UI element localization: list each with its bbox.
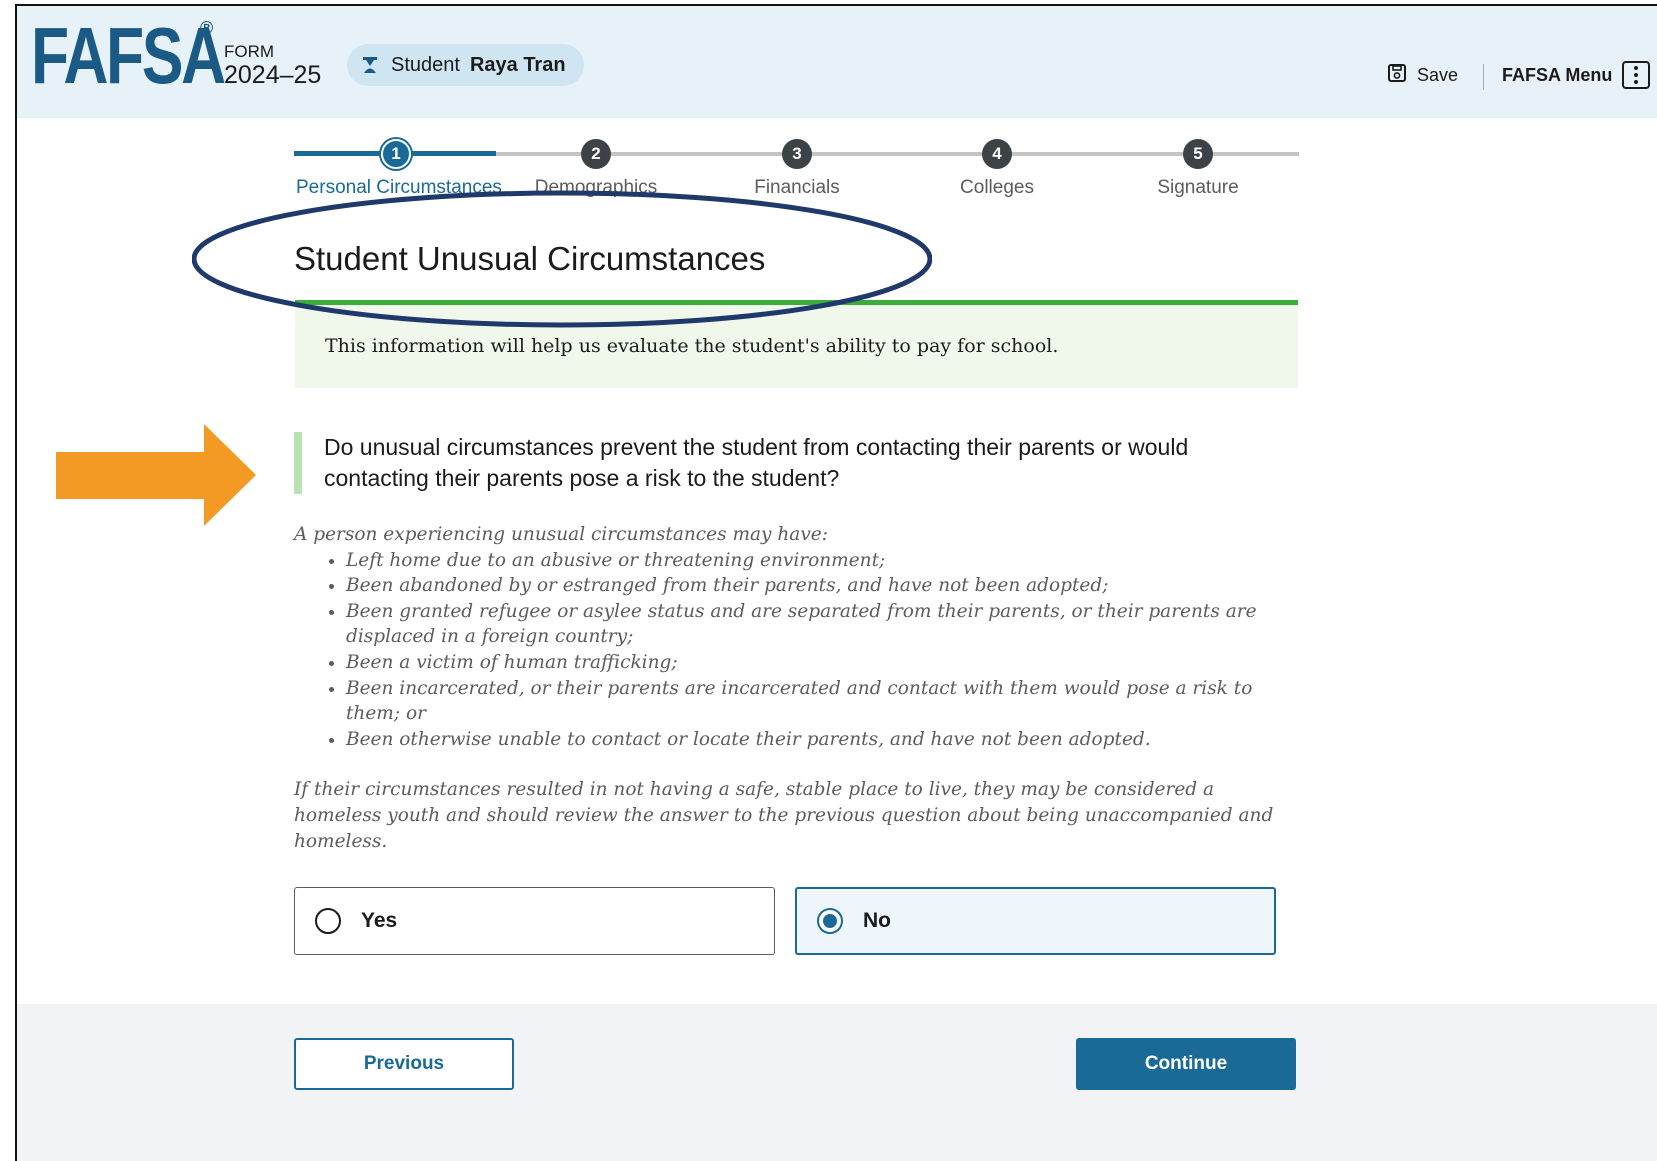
footer-bar [17, 1004, 1657, 1161]
step-signature: 5 Signature [1098, 134, 1298, 199]
hint-item: Been otherwise unable to contact or loca… [346, 727, 1284, 753]
radio-checked-icon[interactable] [817, 908, 843, 934]
step-number: 5 [1183, 139, 1213, 169]
menu-label: FAFSA Menu [1502, 64, 1613, 85]
step-number: 1 [381, 139, 411, 169]
student-name: Raya Tran [469, 53, 566, 76]
header-bar: FAFSA ® FORM 2024–25 Student Raya Tran S… [17, 6, 1657, 118]
fafsa-logo: FAFSA [31, 11, 226, 100]
hint-item: Left home due to an abusive or threateni… [346, 548, 1284, 574]
step-label: Signature [1157, 177, 1239, 198]
hint-item: Been granted refugee or asylee status an… [346, 599, 1284, 650]
question-text: Do unusual circumstances prevent the stu… [294, 432, 1294, 494]
floppy-disk-icon [1387, 63, 1407, 88]
highlight-oval-annotation [192, 190, 932, 328]
arrow-annotation [56, 424, 256, 526]
previous-button[interactable]: Previous [294, 1038, 514, 1090]
hint-note: If their circumstances resulted in not h… [294, 779, 1274, 852]
radio-unchecked-icon[interactable] [315, 908, 341, 934]
question-hint: A person experiencing unusual circumstan… [294, 522, 1284, 854]
hint-list: Left home due to an abusive or threateni… [294, 548, 1284, 753]
step-number: 3 [782, 139, 812, 169]
radio-option-no[interactable]: No [795, 887, 1276, 955]
continue-button[interactable]: Continue [1076, 1038, 1296, 1090]
form-year: 2024–25 [224, 61, 322, 89]
info-alert-text: This information will help us evaluate t… [325, 335, 1059, 357]
step-number: 2 [581, 139, 611, 169]
radio-option-label: Yes [361, 909, 398, 932]
hint-item: Been a victim of human trafficking; [346, 650, 1284, 676]
step-number: 4 [982, 139, 1012, 169]
radio-option-label: No [863, 909, 891, 932]
radio-option-yes[interactable]: Yes [294, 887, 775, 955]
app-frame: FAFSA ® FORM 2024–25 Student Raya Tran S… [15, 4, 1657, 1161]
header-divider [1483, 64, 1484, 90]
graduation-cap-icon [359, 54, 381, 76]
save-button[interactable]: Save [1387, 63, 1458, 88]
student-label: Student [391, 53, 460, 76]
registered-mark: ® [200, 18, 214, 38]
save-label: Save [1417, 65, 1459, 85]
kebab-menu-icon [1622, 61, 1651, 89]
form-label: FORM [224, 42, 275, 61]
fafsa-menu-button[interactable]: FAFSA Menu [1502, 61, 1651, 89]
hint-intro: A person experiencing unusual circumstan… [294, 524, 828, 545]
student-badge: Student Raya Tran [347, 44, 584, 86]
hint-item: Been abandoned by or estranged from thei… [346, 573, 1284, 599]
hint-item: Been incarcerated, or their parents are … [346, 676, 1284, 727]
